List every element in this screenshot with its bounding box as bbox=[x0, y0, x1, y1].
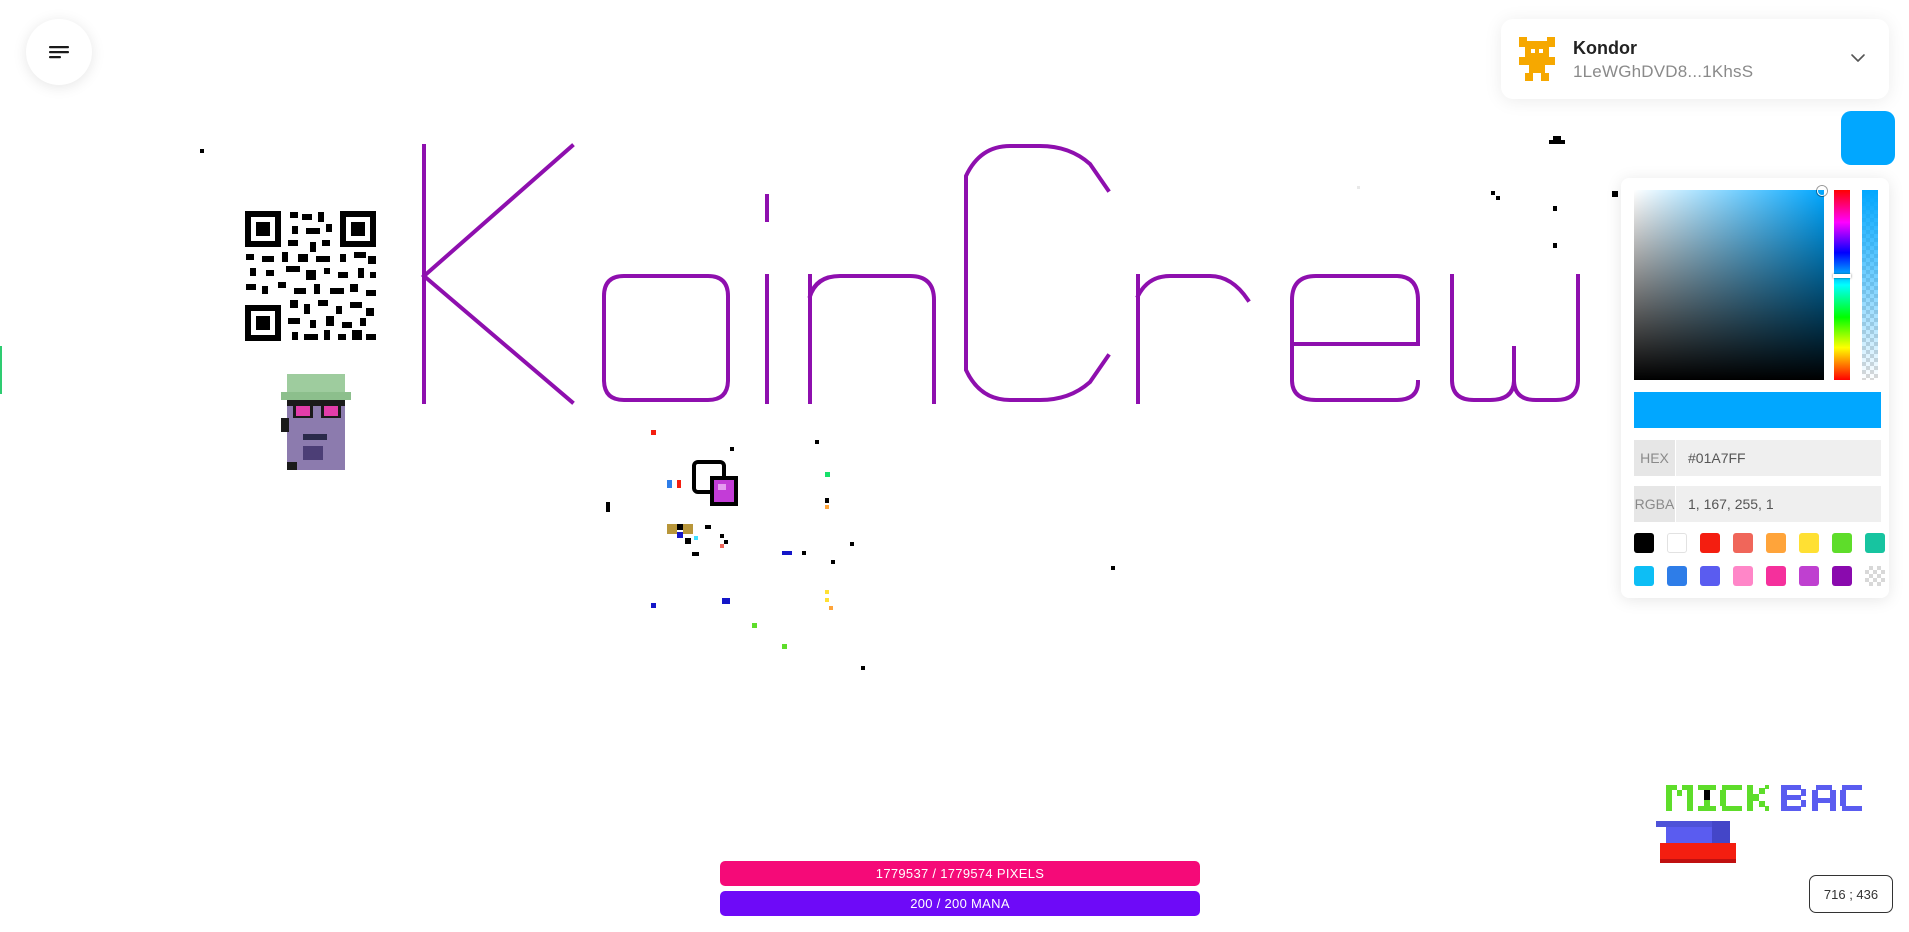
color-swatch[interactable] bbox=[1766, 566, 1786, 586]
koincrew-lettering bbox=[420, 143, 1580, 405]
account-name: Kondor bbox=[1573, 38, 1637, 58]
brush-cursor-artwork bbox=[692, 460, 738, 506]
account-selector[interactable]: Kondor 1LeWGhDVD8...1KhsS bbox=[1501, 19, 1889, 99]
wallet-address: 1LeWGhDVD8...1KhsS bbox=[1573, 62, 1754, 81]
qr-code-artwork bbox=[245, 211, 376, 341]
hamburger-menu-icon bbox=[48, 43, 70, 61]
color-swatch[interactable] bbox=[1733, 533, 1753, 553]
rgba-field-row: RGBA bbox=[1634, 486, 1881, 522]
flag-artwork bbox=[1656, 821, 1736, 863]
color-swatch-grid bbox=[1634, 533, 1885, 586]
hex-label: HEX bbox=[1634, 440, 1676, 476]
color-swatch[interactable] bbox=[1865, 533, 1885, 553]
color-swatch[interactable] bbox=[1667, 533, 1687, 553]
color-swatch[interactable] bbox=[1700, 533, 1720, 553]
chevron-down-icon[interactable] bbox=[1849, 49, 1867, 67]
color-picker-panel: HEX RGBA bbox=[1621, 178, 1889, 598]
hue-slider-handle[interactable] bbox=[1833, 274, 1851, 278]
color-swatch[interactable] bbox=[1766, 533, 1786, 553]
color-swatch[interactable] bbox=[1700, 566, 1720, 586]
color-swatch[interactable] bbox=[1634, 533, 1654, 553]
pixels-progress-bar: 1779537 / 1779574 PIXELS bbox=[720, 861, 1200, 886]
pixel-avatar-icon bbox=[1515, 37, 1559, 81]
saturation-value-handle[interactable] bbox=[1817, 186, 1827, 196]
color-swatch[interactable] bbox=[1634, 566, 1654, 586]
color-swatch[interactable] bbox=[1733, 566, 1753, 586]
color-swatch[interactable] bbox=[1832, 566, 1852, 586]
color-swatch[interactable] bbox=[1799, 533, 1819, 553]
hue-slider[interactable] bbox=[1833, 190, 1851, 380]
color-swatch[interactable] bbox=[1865, 566, 1885, 586]
hex-input[interactable] bbox=[1676, 440, 1881, 476]
menu-button[interactable] bbox=[26, 19, 92, 85]
scattered-pixels bbox=[200, 136, 1618, 670]
cursor-coordinates: 716 ; 436 bbox=[1809, 875, 1893, 913]
color-swatch[interactable] bbox=[1799, 566, 1819, 586]
mana-label: 200 / 200 MANA bbox=[910, 896, 1010, 911]
punk-character-artwork bbox=[281, 374, 351, 470]
pixel-canvas[interactable]: Kondor 1LeWGhDVD8...1KhsS HEX RGBA bbox=[0, 0, 1909, 932]
alpha-slider[interactable] bbox=[1862, 190, 1878, 380]
hex-field-row: HEX bbox=[1634, 440, 1881, 476]
mana-progress-bar: 200 / 200 MANA bbox=[720, 891, 1200, 916]
current-color-button[interactable] bbox=[1841, 111, 1895, 165]
saturation-value-area[interactable] bbox=[1634, 186, 1827, 380]
rgba-label: RGBA bbox=[1634, 486, 1676, 522]
pixels-label: 1779537 / 1779574 PIXELS bbox=[875, 866, 1045, 881]
mick-bac-lettering bbox=[1666, 785, 1862, 811]
color-preview bbox=[1634, 392, 1881, 428]
color-swatch[interactable] bbox=[1667, 566, 1687, 586]
rgba-input[interactable] bbox=[1676, 486, 1881, 522]
color-swatch[interactable] bbox=[1832, 533, 1852, 553]
